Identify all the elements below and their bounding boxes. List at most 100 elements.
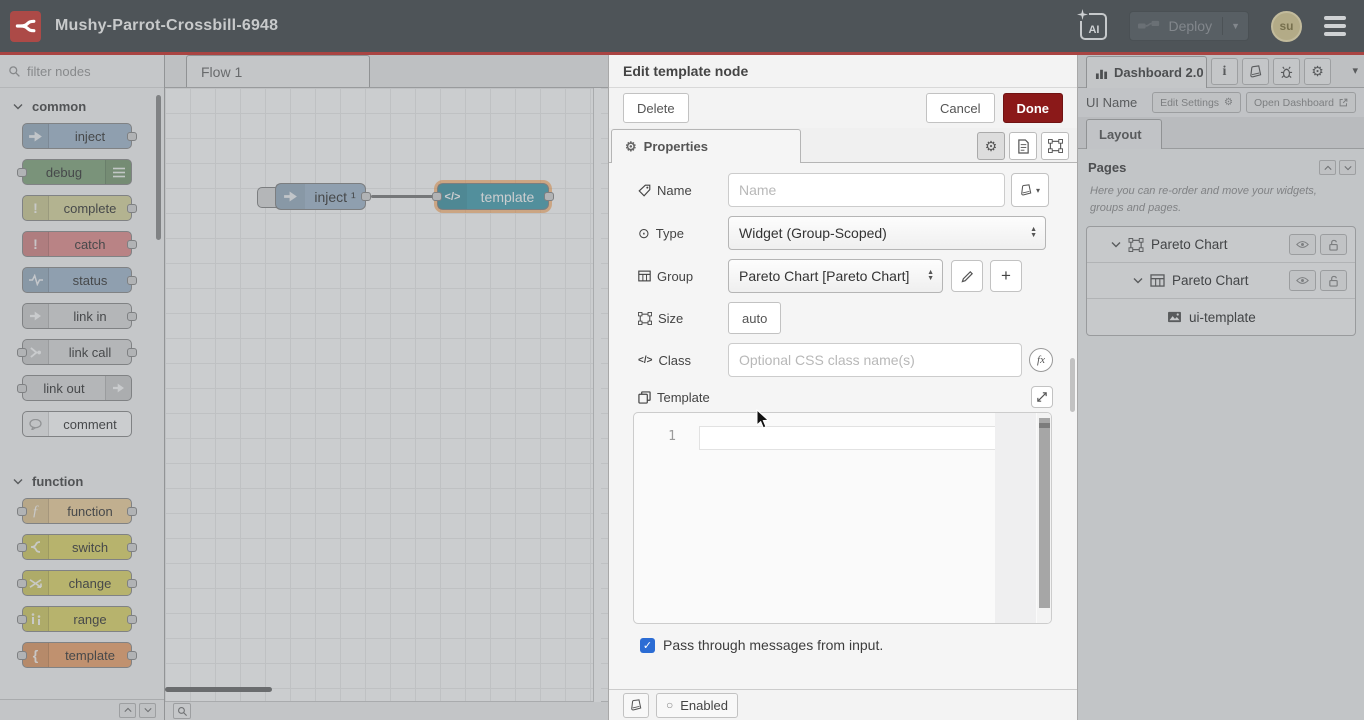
mouse-cursor [756,409,770,430]
palette-search[interactable]: filter nodes [0,55,164,88]
search-icon [177,706,188,717]
chevron-down-icon [13,478,23,485]
palette-node-link-in[interactable]: link in [22,303,132,329]
palette-node-status[interactable]: status [22,267,132,293]
tab-flow-1[interactable]: Flow 1 [186,55,370,87]
exclamation-icon: ! [23,196,49,220]
group-select[interactable]: Pareto Chart [Pareto Chart] ▲▼ [728,259,943,293]
canvas-vertical-scrollbar[interactable] [593,88,601,702]
pages-title: Pages [1088,160,1126,175]
add-group-button[interactable]: + [990,260,1022,292]
palette-node-function[interactable]: ƒ function [22,498,132,524]
palette-node-debug[interactable]: debug [22,159,132,185]
ai-assistant-button[interactable]: AI [1080,13,1107,40]
user-avatar[interactable]: su [1271,11,1302,42]
gear-icon: ⚙ [625,139,637,155]
passthrough-checkbox[interactable]: ✓ [640,638,655,653]
canvas-search-button[interactable] [173,703,191,719]
class-input[interactable] [728,343,1022,377]
info-tab-button[interactable]: i [1211,58,1238,85]
node-red-app: Mushy-Parrot-Crossbill-6948 AI Deploy ▼ … [0,0,1364,720]
expand-editor-button[interactable] [1031,386,1053,408]
workspace-grid[interactable]: inject ¹ </> template [165,88,608,702]
name-input[interactable] [728,173,1005,207]
type-select[interactable]: Widget (Group-Scoped) ▲▼ [728,216,1046,250]
lock-toggle-button[interactable] [1320,234,1347,255]
node-info-button[interactable] [623,693,649,718]
group-table-icon [1150,274,1165,287]
output-port[interactable] [544,192,554,201]
class-fx-button[interactable]: fx [1029,348,1053,372]
dialog-scrollbar[interactable] [1070,358,1075,412]
enabled-toggle-button[interactable]: ○ Enabled [656,693,738,718]
visibility-toggle-button[interactable] [1289,270,1316,291]
unlock-icon [1328,275,1339,287]
palette-node-change[interactable]: change [22,570,132,596]
palette-node-inject[interactable]: inject [22,123,132,149]
dialog-footer: ○ Enabled [609,689,1077,720]
tab-dashboard-2[interactable]: Dashboard 2.0 [1086,56,1207,88]
visibility-toggle-button[interactable] [1289,234,1316,255]
name-library-button[interactable]: ▾ [1011,173,1049,207]
canvas-node-template-selected[interactable]: </> template [437,183,549,210]
palette-node-complete[interactable]: ! complete [22,195,132,221]
expand-all-button[interactable] [139,703,156,718]
canvas-horizontal-scrollbar[interactable] [165,687,272,692]
delete-button[interactable]: Delete [623,93,689,123]
object-group-icon [1048,139,1063,153]
tree-row-widget-ui-template[interactable]: ui-template [1087,299,1355,335]
output-port[interactable] [361,192,371,201]
template-label-row: Template [638,386,1053,408]
deploy-button[interactable]: Deploy ▼ [1129,11,1249,41]
palette-node-catch[interactable]: ! catch [22,231,132,257]
properties-view-button[interactable]: ⚙ [977,132,1005,160]
edit-group-button[interactable] [951,260,983,292]
palette-scrollbar[interactable] [156,95,161,240]
palette-node-range[interactable]: range [22,606,132,632]
description-view-button[interactable] [1009,132,1037,160]
template-code-editor[interactable]: 1 [633,412,1052,624]
appearance-view-button[interactable] [1041,132,1069,160]
cancel-button[interactable]: Cancel [926,93,994,123]
palette-node-switch[interactable]: switch [22,534,132,560]
debug-list-icon [105,160,131,184]
config-tab-button[interactable]: ⚙ [1304,58,1331,85]
main-menu-button[interactable] [1324,16,1346,36]
palette-node-template[interactable]: { template [22,642,132,668]
image-icon [1167,311,1182,323]
collapse-all-button[interactable] [119,703,136,718]
open-dashboard-button[interactable]: Open Dashboard [1246,92,1356,113]
wire-inject-to-template[interactable] [371,195,437,198]
help-tab-button[interactable] [1242,58,1269,85]
deploy-dropdown-icon[interactable]: ▼ [1231,21,1240,31]
ui-name-row: UI Name Edit Settings ⚙ Open Dashboard [1078,88,1364,117]
info-icon: i [1223,64,1227,80]
sidebar-menu-caret-icon[interactable]: ▾ [1352,64,1358,77]
done-button[interactable]: Done [1003,93,1064,123]
input-port[interactable] [432,192,442,201]
tree-row-page-pareto-chart[interactable]: Pareto Chart [1087,227,1355,263]
passthrough-label: Pass through messages from input. [663,637,883,653]
canvas-node-inject[interactable]: inject ¹ [275,183,366,210]
editor-scrollbar[interactable] [1037,413,1051,623]
tab-layout[interactable]: Layout [1086,119,1162,149]
palette-node-link-call[interactable]: link call [22,339,132,365]
palette-node-link-out[interactable]: link out [22,375,132,401]
sparkle-icon [1076,8,1089,21]
debug-tab-button[interactable] [1273,58,1300,85]
node-red-logo-icon [10,11,41,42]
tree-row-group-pareto-chart[interactable]: Pareto Chart [1087,263,1355,299]
book-icon [1249,65,1262,78]
size-button[interactable]: auto [728,302,781,334]
palette-node-comment[interactable]: comment [22,411,132,437]
palette-category-common[interactable]: common [0,88,164,123]
tab-properties[interactable]: ⚙ Properties [611,129,801,163]
palette-category-function[interactable]: function [0,463,164,498]
edit-settings-button[interactable]: Edit Settings ⚙ [1152,92,1241,113]
palette-footer [0,699,164,720]
ui-name-label: UI Name [1086,95,1137,110]
expand-pages-button[interactable] [1339,160,1356,175]
link-icon [23,304,49,328]
lock-toggle-button[interactable] [1320,270,1347,291]
collapse-pages-button[interactable] [1319,160,1336,175]
